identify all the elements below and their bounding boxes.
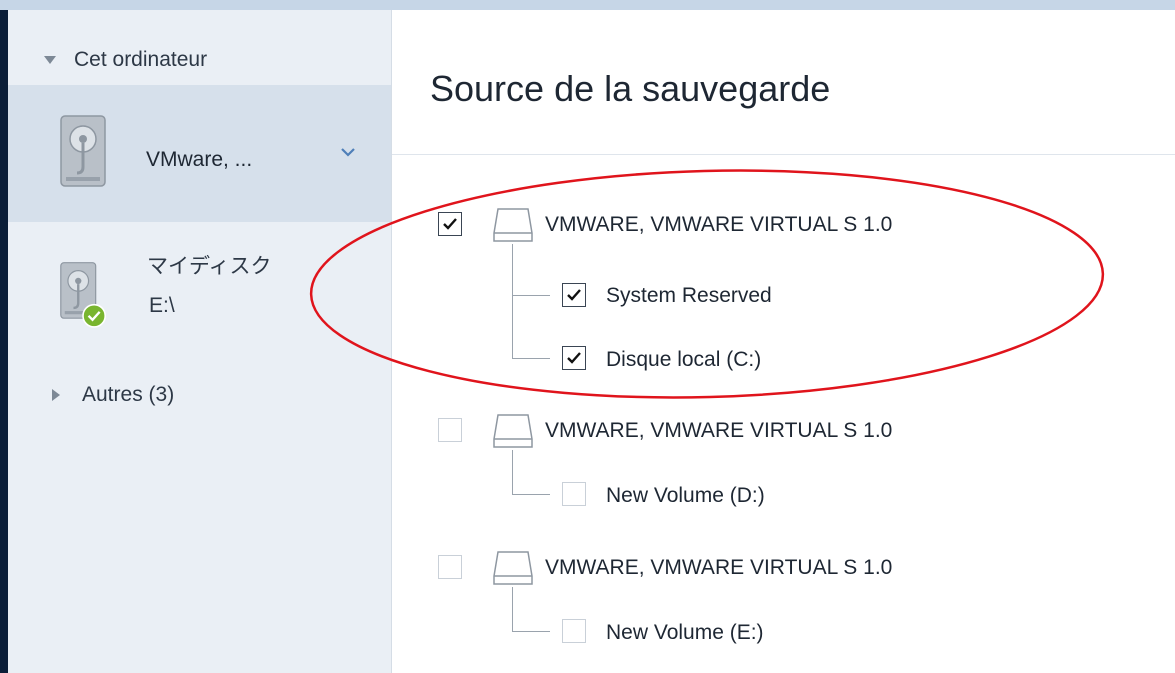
app-window: Cet ordinateur VMware, ... マイディスク E:\ Au… (0, 0, 1175, 673)
left-edge-bar (0, 10, 8, 673)
tree-line (512, 494, 550, 495)
volume-label: Disque local (C:) (606, 348, 762, 371)
sidebar-item-vmware[interactable]: VMware, ... (8, 85, 391, 222)
page-title: Source de la sauvegarde (430, 68, 831, 109)
disk-checkbox[interactable] (438, 418, 462, 442)
disk-label: VMWARE, VMWARE VIRTUAL S 1.0 (545, 213, 893, 236)
volume-label: New Volume (D:) (606, 484, 765, 507)
disk-checkbox[interactable] (438, 212, 462, 236)
volume-checkbox[interactable] (562, 482, 586, 506)
sidebar-item-label: VMware, ... (146, 148, 253, 171)
sidebar-header-label: Cet ordinateur (74, 48, 208, 71)
triangle-right-icon (52, 389, 60, 401)
disk-icon (493, 414, 533, 448)
sidebar-item-label: マイディスク (147, 255, 272, 278)
sidebar: Cet ordinateur VMware, ... マイディスク E:\ Au… (8, 10, 392, 673)
top-bar (0, 0, 1175, 10)
sidebar-item-my-disk[interactable]: マイディスク E:\ (8, 238, 391, 348)
tree-line (512, 358, 550, 359)
tree-line (512, 244, 513, 359)
volume-checkbox[interactable] (562, 283, 586, 307)
sidebar-others-label: Autres (3) (82, 383, 175, 406)
sidebar-header-this-computer[interactable]: Cet ordinateur (8, 40, 207, 80)
tree-line (512, 450, 513, 495)
volume-label: System Reserved (606, 284, 772, 307)
disk-icon (493, 551, 533, 585)
tree-line (512, 631, 550, 632)
disk-icon (493, 208, 533, 242)
check-icon (567, 289, 581, 301)
tree-line (512, 295, 550, 296)
disk-label: VMWARE, VMWARE VIRTUAL S 1.0 (545, 419, 893, 442)
disk-checkbox[interactable] (438, 555, 462, 579)
chevron-down-icon[interactable] (340, 146, 356, 158)
triangle-down-icon (44, 56, 56, 64)
volume-checkbox[interactable] (562, 346, 586, 370)
divider (392, 154, 1175, 155)
main-panel: Source de la sauvegarde VMWARE, VMWARE V… (392, 10, 1175, 673)
volume-checkbox[interactable] (562, 619, 586, 643)
volume-label: New Volume (E:) (606, 621, 764, 644)
check-icon (443, 218, 457, 230)
sidebar-others[interactable]: Autres (3) (8, 375, 174, 415)
tree-line (512, 587, 513, 632)
sidebar-item-sublabel: E:\ (149, 294, 175, 317)
hard-drive-icon (60, 115, 106, 187)
hard-drive-check-icon (60, 262, 106, 328)
disk-label: VMWARE, VMWARE VIRTUAL S 1.0 (545, 556, 893, 579)
check-icon (567, 352, 581, 364)
